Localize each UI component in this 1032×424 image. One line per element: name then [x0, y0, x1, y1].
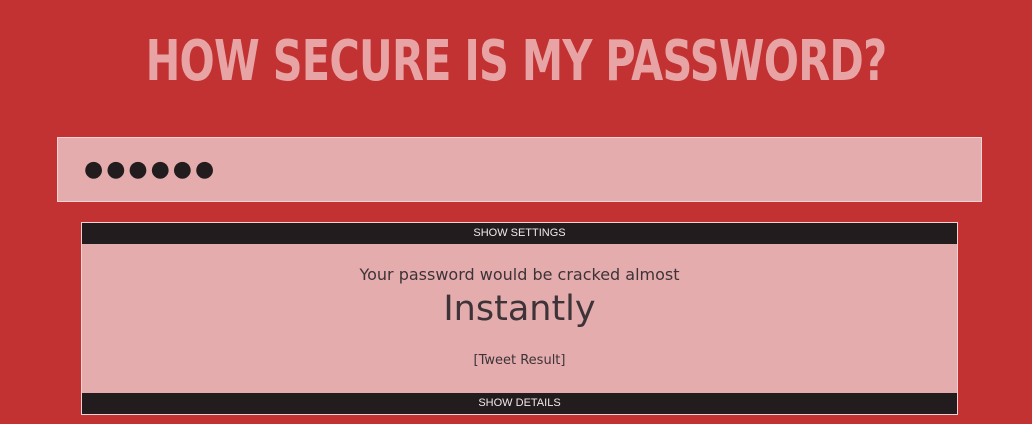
- result-panel: SHOW SETTINGS Your password would be cra…: [81, 222, 958, 415]
- tweet-result-link[interactable]: [Tweet Result]: [82, 352, 957, 370]
- show-details-button[interactable]: SHOW DETAILS: [82, 393, 957, 414]
- crack-time-text: Instantly: [443, 289, 596, 329]
- show-settings-button[interactable]: SHOW SETTINGS: [82, 223, 957, 244]
- page-title: HOW SECURE IS MY PASSWORD?: [145, 29, 888, 94]
- password-input[interactable]: ●●●●●●: [58, 138, 981, 201]
- tweet-result-label[interactable]: [Tweet Result]: [474, 353, 566, 368]
- password-box[interactable]: ●●●●●●: [57, 137, 982, 202]
- result-intro-text: Your password would be cracked almost: [359, 265, 680, 284]
